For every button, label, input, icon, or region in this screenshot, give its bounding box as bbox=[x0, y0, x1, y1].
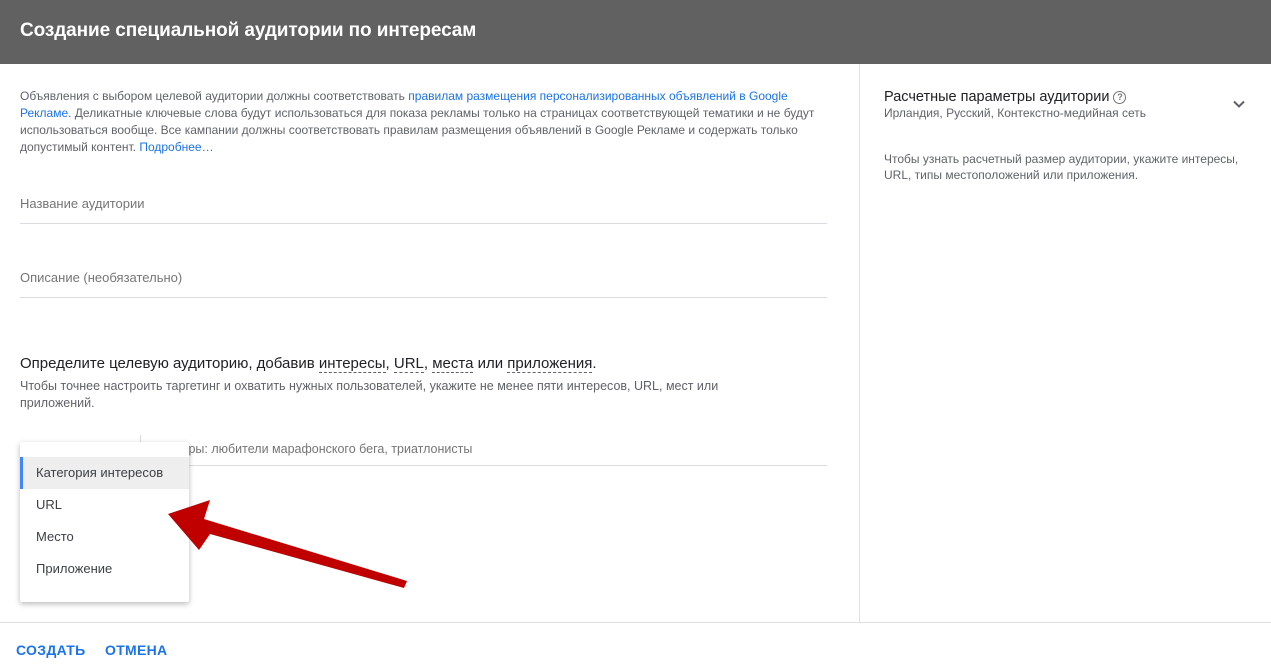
help-icon[interactable]: ? bbox=[1113, 91, 1127, 104]
dropdown-item-place[interactable]: Место bbox=[20, 521, 189, 553]
dropdown-item-app[interactable]: Приложение bbox=[20, 553, 189, 585]
dropdown-item-url[interactable]: URL bbox=[20, 489, 189, 521]
targeting-type-dropdown: Категория интересов URL Место Приложение bbox=[20, 442, 189, 602]
url-link[interactable]: URL bbox=[393, 355, 424, 373]
title-period: . bbox=[592, 355, 597, 372]
page-title: Создание специальной аудитории по интере… bbox=[20, 20, 477, 41]
targeting-search-input[interactable] bbox=[150, 435, 820, 463]
targeting-hint: Чтобы точнее настроить таргетинг и охват… bbox=[20, 379, 719, 410]
estimate-note: Чтобы узнать расчетный размер аудитории,… bbox=[884, 152, 1239, 182]
estimate-subtitle: Ирландия, Русский, Контекстно-медийная с… bbox=[884, 106, 1146, 120]
separator: , bbox=[423, 355, 433, 372]
description-field bbox=[20, 262, 827, 298]
estimate-title-text: Расчетные параметры аудитории bbox=[884, 89, 1110, 105]
notice-text-1: Объявления с выбором целевой аудитории д… bbox=[20, 89, 409, 103]
targeting-title-text: Определите целевую аудиторию, добавив bbox=[20, 355, 319, 372]
separator: , bbox=[385, 355, 394, 372]
estimate-panel: Расчетные параметры аудитории? Ирландия,… bbox=[861, 64, 1271, 622]
audience-name-input[interactable] bbox=[20, 188, 827, 218]
audience-name-field bbox=[20, 188, 827, 224]
create-button[interactable]: СОЗДАТЬ bbox=[16, 642, 86, 658]
estimate-title: Расчетные параметры аудитории? bbox=[884, 89, 1127, 105]
header-bar: Создание специальной аудитории по интере… bbox=[0, 0, 1271, 64]
description-input[interactable] bbox=[20, 262, 827, 292]
footer-bar: СОЗДАТЬ ОТМЕНА bbox=[0, 622, 1271, 672]
interests-link[interactable]: интересы bbox=[318, 355, 386, 373]
cancel-button[interactable]: ОТМЕНА bbox=[105, 642, 167, 658]
dropdown-item-interest-category[interactable]: Категория интересов bbox=[20, 457, 189, 489]
targeting-title: Определите целевую аудиторию, добавив ин… bbox=[20, 355, 597, 373]
apps-link[interactable]: приложения bbox=[507, 355, 593, 373]
chevron-down-icon[interactable] bbox=[1231, 96, 1247, 112]
policy-notice: Объявления с выбором целевой аудитории д… bbox=[20, 88, 820, 156]
places-link[interactable]: места bbox=[432, 355, 474, 373]
learn-more-link[interactable]: Подробнее… bbox=[139, 140, 213, 154]
separator: или bbox=[473, 355, 508, 372]
